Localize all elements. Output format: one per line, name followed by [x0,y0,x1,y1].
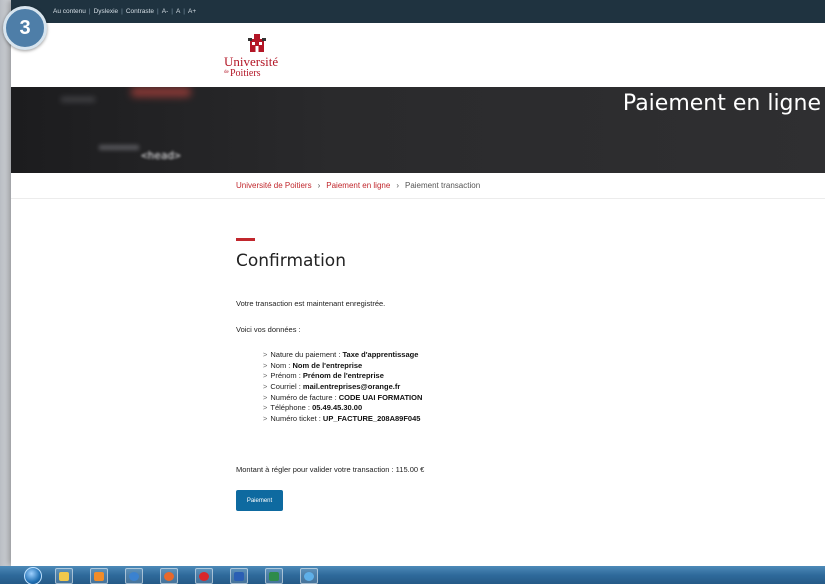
step-badge: 3 [3,6,47,50]
list-item: > Numéro ticket : UP_FACTURE_208A89F045 [263,414,422,425]
chevron-right-icon: > [263,360,268,370]
explorer-icon[interactable] [55,568,73,584]
breadcrumb-home-link[interactable]: Université de Poitiers [236,181,312,190]
browser-viewport: Au contenu | Dyslexie | Contraste | A- |… [11,0,825,566]
separator: | [88,8,91,15]
start-orb-icon[interactable] [24,567,42,584]
accessibility-bar: Au contenu | Dyslexie | Contraste | A- |… [11,0,825,23]
blurred-code-decoration [99,145,139,150]
detail-value: CODE UAI FORMATION [338,392,423,402]
separator: | [121,8,123,15]
main-content: Confirmation Votre transaction est maint… [236,238,796,511]
separator: | [171,8,173,15]
breadcrumb-current: Paiement transaction [404,181,481,190]
blurred-code-decoration [131,87,191,97]
hero-banner: <head> Paiement en ligne [11,87,825,173]
detail-value: mail.entreprises@orange.fr [302,382,401,392]
windows-taskbar [0,566,825,584]
dyslexia-toggle[interactable]: Dyslexie [94,8,119,15]
firefox-icon[interactable] [160,568,178,584]
payment-button[interactable]: Paiement [236,490,283,511]
chevron-right-icon: > [263,403,268,413]
chevron-right-icon: > [263,371,268,381]
detail-label: Numéro ticket : [270,414,323,424]
page-title: Confirmation [236,251,346,271]
detail-label: Nature du paiement : [270,350,343,359]
media-player-icon[interactable] [90,568,108,584]
contrast-toggle[interactable]: Contraste [126,8,154,15]
chevron-right-icon: > [263,350,268,359]
title-accent-bar [236,238,255,241]
font-increase-button[interactable]: A+ [188,8,196,15]
detail-value: 05.49.45.30.00 [312,403,363,413]
list-item: > Téléphone : 05.49.45.30.00 [263,403,422,414]
chevron-right-icon: > [263,392,268,402]
separator: | [183,8,185,15]
chrome-icon[interactable] [125,568,143,584]
list-item: > Courriel : mail.entreprises@orange.fr [263,382,422,393]
detail-value: Nom de l'entreprise [292,360,363,370]
breadcrumb-payment-link[interactable]: Paiement en ligne [326,181,390,190]
breadcrumb: Université de Poitiers › Paiement en lig… [11,173,825,199]
detail-value: Taxe d'apprentissage [342,350,419,359]
crest-icon [248,34,266,52]
detail-label: Nom : [270,360,293,370]
data-intro: Voici vos données : [236,325,301,334]
detail-label: Courriel : [270,382,303,392]
confirmation-message: Votre transaction est maintenant enregis… [236,299,386,308]
excel-icon[interactable] [265,568,283,584]
ie-icon[interactable] [300,568,318,584]
detail-value: Prénom de l'entreprise [302,371,384,381]
skip-to-content-link[interactable]: Au contenu [53,8,86,15]
list-item: > Numéro de facture : CODE UAI FORMATION [263,393,422,404]
chevron-right-icon: › [396,181,399,190]
opera-icon[interactable] [195,568,213,584]
list-item: > Nom : Nom de l'entreprise [263,361,422,372]
blurred-code-text: <head> [141,149,181,162]
amount-message: Montant à régler pour valider votre tran… [236,465,425,474]
word-icon[interactable] [230,568,248,584]
list-item: > Nature du paiement : Taxe d'apprentissa… [263,350,422,361]
separator: | [157,8,159,15]
detail-label: Prénom : [270,371,303,381]
site-header: Université de Poitiers [11,23,825,87]
university-de: de [224,70,229,75]
transaction-details-list: > Nature du paiement : Taxe d'apprentissa… [263,350,422,425]
chevron-right-icon: > [263,382,268,392]
font-decrease-button[interactable]: A- [162,8,169,15]
hero-title: Paiement en ligne [622,91,821,116]
detail-value: UP_FACTURE_208A89F045 [322,414,421,424]
list-item: > Prénom : Prénom de l'entreprise [263,371,422,382]
university-city: Poitiers [230,68,261,79]
detail-label: Téléphone : [270,403,313,413]
detail-label: Numéro de facture : [270,392,339,402]
left-window-edge [0,0,11,566]
blurred-code-decoration [61,97,95,102]
university-logo[interactable]: Université de Poitiers [224,33,304,79]
font-reset-button[interactable]: A [176,8,180,15]
chevron-right-icon: > [263,414,268,424]
chevron-right-icon: › [317,181,321,190]
